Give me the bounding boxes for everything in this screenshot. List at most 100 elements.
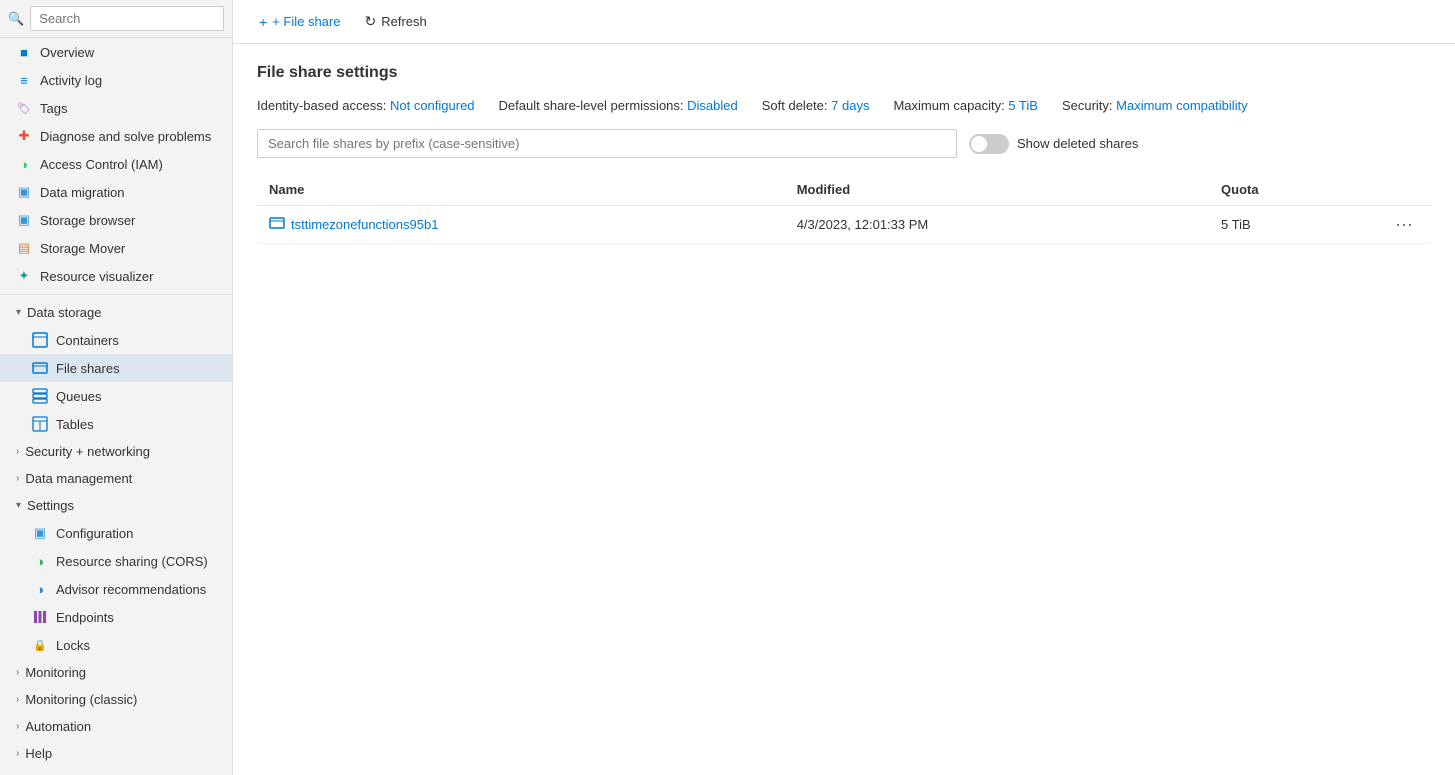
col-modified[interactable]: Modified — [785, 174, 1209, 206]
sidebar-item-label: Data migration — [40, 185, 125, 200]
sidebar-item-label: Queues — [56, 389, 102, 404]
file-share-link[interactable]: tsttimezonefunctions95b1 — [269, 215, 773, 234]
sidebar-item-label: Diagnose and solve problems — [40, 129, 211, 144]
security-setting: Security: Maximum compatibility — [1062, 98, 1248, 113]
locks-icon: 🔒 — [32, 637, 48, 653]
group-monitoring[interactable]: › Monitoring — [0, 659, 232, 686]
sidebar-item-storage-mover[interactable]: ▤ Storage Mover — [0, 234, 232, 262]
group-security-networking[interactable]: › Security + networking — [0, 438, 232, 465]
sidebar-item-advisor[interactable]: ◑ Advisor recommendations — [0, 575, 232, 603]
file-share-icon — [269, 215, 285, 234]
resource-icon: ✦ — [16, 268, 32, 284]
permissions-value[interactable]: Disabled — [687, 98, 738, 113]
refresh-label: Refresh — [381, 14, 427, 29]
advisor-icon: ◑ — [32, 581, 48, 597]
permissions-setting: Default share-level permissions: Disable… — [499, 98, 738, 113]
group-automation[interactable]: › Automation — [0, 713, 232, 740]
group-data-storage[interactable]: ▾ Data storage — [0, 299, 232, 326]
sidebar-item-label: Advisor recommendations — [56, 582, 206, 597]
row-more-button[interactable]: ··· — [1389, 212, 1419, 236]
col-quota[interactable]: Quota — [1209, 174, 1377, 206]
sidebar-item-label: Tables — [56, 417, 94, 432]
sidebar-item-label: Activity log — [40, 73, 102, 88]
sidebar-item-queues[interactable]: Queues — [0, 382, 232, 410]
permissions-label: Default share-level permissions: — [499, 98, 684, 113]
content-area: File share settings Identity-based acces… — [233, 44, 1455, 775]
chevron-right-icon: › — [16, 694, 19, 705]
sidebar-item-tables[interactable]: Tables — [0, 410, 232, 438]
file-share-label: + File share — [272, 14, 340, 29]
group-label: Data storage — [27, 305, 101, 320]
show-deleted-label: Show deleted shares — [1017, 136, 1138, 151]
sidebar-item-diagnose[interactable]: ✚ Diagnose and solve problems — [0, 122, 232, 150]
toolbar: + + File share ↻ Refresh — [233, 0, 1455, 44]
group-settings[interactable]: ▾ Settings — [0, 492, 232, 519]
show-deleted-toggle[interactable] — [969, 134, 1009, 154]
file-share-search[interactable] — [257, 129, 957, 158]
settings-bar: Identity-based access: Not configured De… — [257, 98, 1431, 113]
group-label: Settings — [27, 498, 74, 513]
group-data-management[interactable]: › Data management — [0, 465, 232, 492]
sidebar-item-activity-log[interactable]: ≡ Activity log — [0, 66, 232, 94]
max-capacity-label: Maximum capacity: — [893, 98, 1004, 113]
group-monitoring-classic[interactable]: › Monitoring (classic) — [0, 686, 232, 713]
group-label: Help — [25, 746, 52, 761]
sidebar-item-resource-visualizer[interactable]: ✦ Resource visualizer — [0, 262, 232, 290]
table-header-row: Name Modified Quota — [257, 174, 1431, 206]
chevron-right-icon: › — [16, 473, 19, 484]
sidebar-item-locks[interactable]: 🔒 Locks — [0, 631, 232, 659]
security-value[interactable]: Maximum compatibility — [1116, 98, 1247, 113]
soft-delete-setting: Soft delete: 7 days — [762, 98, 870, 113]
chevron-down-icon: ▾ — [16, 307, 21, 318]
chevron-right-icon: › — [16, 446, 19, 457]
col-name[interactable]: Name — [257, 174, 785, 206]
security-label: Security: — [1062, 98, 1113, 113]
storage-browser-icon: ▣ — [16, 212, 32, 228]
main-content: + + File share ↻ Refresh File share sett… — [233, 0, 1455, 775]
sidebar-item-file-shares[interactable]: File shares — [0, 354, 232, 382]
sidebar-item-label: Storage browser — [40, 213, 135, 228]
col-actions — [1377, 174, 1431, 206]
chevron-right-icon: › — [16, 748, 19, 759]
file-shares-table: Name Modified Quota tsttim — [257, 174, 1431, 244]
endpoints-icon — [32, 609, 48, 625]
identity-value[interactable]: Not configured — [390, 98, 475, 113]
sidebar-item-label: Overview — [40, 45, 94, 60]
search-icon: 🔍 — [8, 11, 24, 27]
max-capacity-value[interactable]: 5 TiB — [1008, 98, 1038, 113]
sidebar-item-resource-sharing[interactable]: ◑ Resource sharing (CORS) — [0, 547, 232, 575]
search-row: Show deleted shares — [257, 129, 1431, 158]
table-row: tsttimezonefunctions95b1 4/3/2023, 12:01… — [257, 206, 1431, 244]
sidebar-item-tags[interactable]: 🏷 Tags — [0, 94, 232, 122]
identity-label: Identity-based access: — [257, 98, 386, 113]
activity-icon: ≡ — [16, 72, 32, 88]
search-input[interactable] — [30, 6, 224, 31]
tables-icon — [32, 416, 48, 432]
sidebar-search-container: 🔍 ⚙ « — [0, 0, 232, 38]
sidebar-item-label: File shares — [56, 361, 120, 376]
chevron-right-icon: › — [16, 667, 19, 678]
group-label: Automation — [25, 719, 91, 734]
chevron-right-icon: › — [16, 721, 19, 732]
refresh-button[interactable]: ↻ Refresh — [354, 8, 436, 35]
sidebar-item-data-migration[interactable]: ▣ Data migration — [0, 178, 232, 206]
tags-icon: 🏷 — [16, 100, 32, 116]
file-share-button[interactable]: + + File share — [249, 9, 350, 35]
sidebar: 🔍 ⚙ « ■ Overview ≡ Activity log 🏷 Tags ✚… — [0, 0, 233, 775]
sidebar-item-label: Configuration — [56, 526, 133, 541]
soft-delete-value[interactable]: 7 days — [831, 98, 869, 113]
sidebar-item-storage-browser[interactable]: ▣ Storage browser — [0, 206, 232, 234]
sidebar-item-label: Locks — [56, 638, 90, 653]
group-label: Security + networking — [25, 444, 150, 459]
sidebar-item-label: Endpoints — [56, 610, 114, 625]
group-help[interactable]: › Help — [0, 740, 232, 767]
sidebar-item-endpoints[interactable]: Endpoints — [0, 603, 232, 631]
sidebar-item-label: Containers — [56, 333, 119, 348]
access-icon: ◑ — [16, 156, 32, 172]
sidebar-item-label: Access Control (IAM) — [40, 157, 163, 172]
chevron-down-icon: ▾ — [16, 500, 21, 511]
sidebar-item-access-control[interactable]: ◑ Access Control (IAM) — [0, 150, 232, 178]
sidebar-item-overview[interactable]: ■ Overview — [0, 38, 232, 66]
sidebar-item-configuration[interactable]: ▣ Configuration — [0, 519, 232, 547]
sidebar-item-containers[interactable]: Containers — [0, 326, 232, 354]
